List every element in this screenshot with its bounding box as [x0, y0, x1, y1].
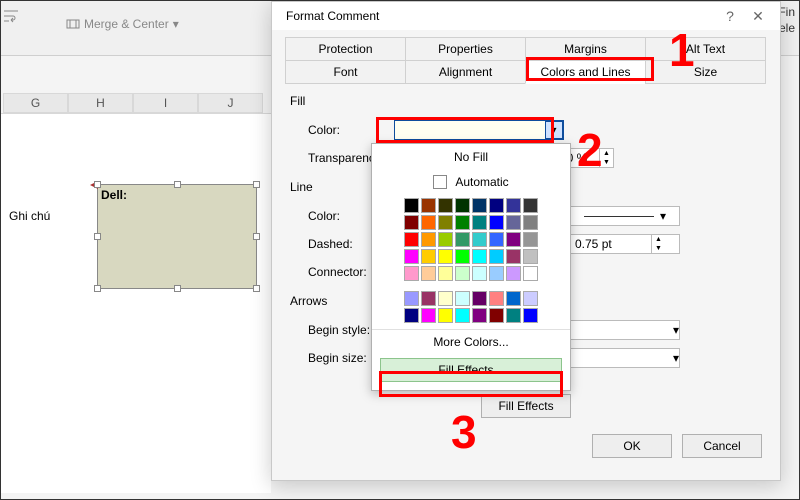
- chevron-down-icon: ▾: [173, 17, 179, 31]
- wrap-text-icon[interactable]: [0, 7, 23, 25]
- tab-alignment[interactable]: Alignment: [405, 60, 526, 84]
- color-swatch[interactable]: [421, 198, 436, 213]
- color-swatch[interactable]: [421, 266, 436, 281]
- tab-alt-text[interactable]: Alt Text: [645, 37, 766, 61]
- color-swatch[interactable]: [506, 232, 521, 247]
- color-swatch[interactable]: [455, 198, 470, 213]
- tab-size[interactable]: Size: [645, 60, 766, 84]
- color-swatch[interactable]: [438, 291, 453, 306]
- color-swatch[interactable]: [438, 249, 453, 264]
- color-swatch[interactable]: [506, 198, 521, 213]
- color-swatch[interactable]: [472, 291, 487, 306]
- annotation-box-3: [379, 371, 563, 397]
- dialog-title: Format Comment: [286, 9, 716, 23]
- color-swatch[interactable]: [523, 308, 538, 323]
- spin-up-icon[interactable]: ▲: [599, 149, 613, 158]
- color-swatch[interactable]: [489, 291, 504, 306]
- end-size-dropdown[interactable]: ▾: [570, 348, 680, 368]
- comment-author: Dell:: [101, 188, 127, 202]
- merge-center-button[interactable]: Merge & Center ▾: [66, 17, 179, 31]
- line-weight-value[interactable]: [571, 236, 651, 252]
- col-header[interactable]: J: [198, 93, 263, 113]
- color-swatch[interactable]: [523, 215, 538, 230]
- color-swatch[interactable]: [472, 215, 487, 230]
- color-swatch[interactable]: [472, 266, 487, 281]
- cancel-button[interactable]: Cancel: [682, 434, 762, 458]
- color-swatch[interactable]: [455, 266, 470, 281]
- color-swatch[interactable]: [421, 249, 436, 264]
- color-swatch[interactable]: [404, 266, 419, 281]
- line-style-dropdown[interactable]: ▾: [570, 206, 680, 226]
- color-swatch[interactable]: [404, 232, 419, 247]
- tab-properties[interactable]: Properties: [405, 37, 526, 61]
- spin-up-icon[interactable]: ▲: [651, 235, 665, 244]
- color-swatch[interactable]: [421, 232, 436, 247]
- color-swatch[interactable]: [523, 198, 538, 213]
- color-swatch[interactable]: [472, 232, 487, 247]
- color-swatch[interactable]: [404, 291, 419, 306]
- close-icon[interactable]: ✕: [744, 5, 772, 27]
- color-swatch[interactable]: [421, 291, 436, 306]
- color-swatch[interactable]: [523, 291, 538, 306]
- color-swatch[interactable]: [404, 249, 419, 264]
- no-fill-option[interactable]: No Fill: [372, 144, 570, 170]
- col-header[interactable]: H: [68, 93, 133, 113]
- color-swatch[interactable]: [489, 308, 504, 323]
- spin-down-icon[interactable]: ▼: [651, 244, 665, 253]
- color-swatch[interactable]: [489, 215, 504, 230]
- color-swatch[interactable]: [404, 198, 419, 213]
- color-swatch[interactable]: [523, 266, 538, 281]
- color-swatch[interactable]: [438, 232, 453, 247]
- color-swatch[interactable]: [472, 198, 487, 213]
- color-swatch[interactable]: [455, 291, 470, 306]
- color-swatch[interactable]: [523, 232, 538, 247]
- ok-button[interactable]: OK: [592, 434, 672, 458]
- comment-box[interactable]: Dell:: [97, 184, 257, 289]
- color-swatch[interactable]: [455, 232, 470, 247]
- color-swatch[interactable]: [506, 266, 521, 281]
- color-picker-popup: No Fill Automatic More Colors... Fill Ef…: [371, 143, 571, 391]
- color-swatch[interactable]: [438, 198, 453, 213]
- col-header[interactable]: G: [3, 93, 68, 113]
- color-swatch[interactable]: [489, 249, 504, 264]
- color-swatch[interactable]: [489, 198, 504, 213]
- fill-effects-button[interactable]: Fill Effects: [481, 394, 571, 418]
- color-swatch[interactable]: [489, 266, 504, 281]
- automatic-swatch-icon: [433, 175, 447, 189]
- color-swatch[interactable]: [455, 215, 470, 230]
- color-swatch-grid: [372, 194, 570, 329]
- worksheet-area: G H I J Ghi chú Dell:: [1, 93, 271, 493]
- annotation-box-1: [526, 57, 654, 81]
- color-swatch[interactable]: [506, 291, 521, 306]
- automatic-option[interactable]: Automatic: [372, 170, 570, 194]
- color-swatch[interactable]: [455, 308, 470, 323]
- color-swatch[interactable]: [489, 232, 504, 247]
- color-swatch[interactable]: [404, 308, 419, 323]
- more-colors-option[interactable]: More Colors...: [372, 329, 570, 354]
- color-swatch[interactable]: [523, 249, 538, 264]
- color-swatch[interactable]: [404, 215, 419, 230]
- color-swatch[interactable]: [455, 249, 470, 264]
- color-swatch[interactable]: [472, 308, 487, 323]
- color-swatch[interactable]: [506, 308, 521, 323]
- line-weight-spinner[interactable]: ▲▼: [570, 234, 680, 254]
- color-swatch[interactable]: [506, 215, 521, 230]
- merge-center-label: Merge & Center: [84, 17, 169, 31]
- tab-protection[interactable]: Protection: [285, 37, 406, 61]
- color-swatch[interactable]: [421, 308, 436, 323]
- tab-font[interactable]: Font: [285, 60, 406, 84]
- color-swatch[interactable]: [438, 215, 453, 230]
- help-button[interactable]: ?: [716, 5, 744, 27]
- annotation-box-2: [376, 117, 554, 143]
- color-swatch[interactable]: [421, 215, 436, 230]
- color-swatch[interactable]: [438, 308, 453, 323]
- col-header[interactable]: I: [133, 93, 198, 113]
- fill-section-label: Fill: [290, 94, 762, 108]
- color-swatch[interactable]: [438, 266, 453, 281]
- color-swatch[interactable]: [506, 249, 521, 264]
- cell-text: Ghi chú: [9, 209, 50, 223]
- end-style-dropdown[interactable]: ▾: [570, 320, 680, 340]
- color-swatch[interactable]: [472, 249, 487, 264]
- spin-down-icon[interactable]: ▼: [599, 158, 613, 167]
